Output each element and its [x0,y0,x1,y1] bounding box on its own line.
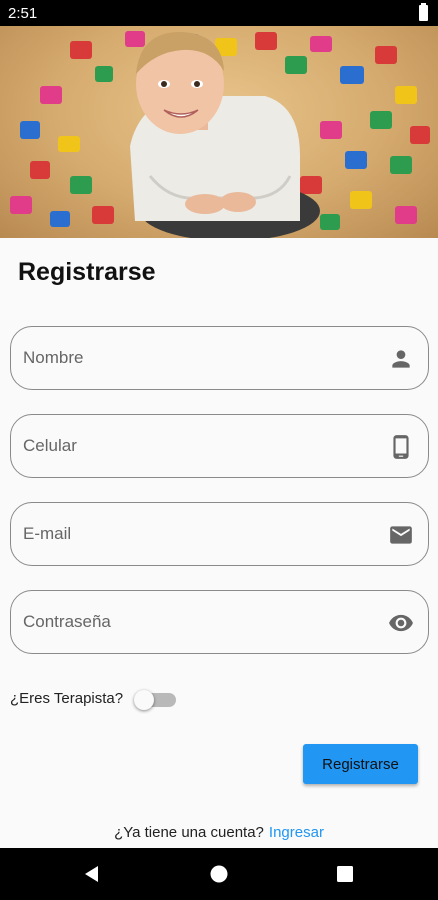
phone-field[interactable] [10,414,429,478]
therapist-toggle[interactable] [134,690,178,710]
email-input[interactable] [23,503,383,565]
eye-icon[interactable] [388,610,414,636]
navigation-bar [0,848,438,900]
back-icon[interactable] [82,864,102,884]
name-input[interactable] [23,327,383,389]
password-field[interactable] [10,590,429,654]
mail-icon [390,526,412,544]
phone-input[interactable] [23,415,383,477]
status-time: 2:51 [8,5,38,22]
toggle-thumb [134,690,154,710]
person-icon [392,350,410,368]
login-question: ¿Ya tiene una cuenta? [114,824,264,841]
battery-icon [419,3,428,21]
email-field[interactable] [10,502,429,566]
home-icon[interactable] [209,864,229,884]
hero-image [0,26,438,238]
recents-icon[interactable] [335,864,355,884]
therapist-toggle-label: ¿Eres Terapista? [10,690,124,707]
phone-icon [393,435,409,459]
password-input[interactable] [23,591,383,653]
status-bar: 2:51 [0,0,438,26]
page-title: Registrarse [18,258,156,286]
name-field[interactable] [10,326,429,390]
login-prompt: ¿Ya tiene una cuenta? Ingresar [0,824,438,841]
child-with-puzzle-pieces-photo [10,31,430,238]
login-link[interactable]: Ingresar [269,824,324,841]
register-button[interactable]: Registrarse [303,744,418,784]
